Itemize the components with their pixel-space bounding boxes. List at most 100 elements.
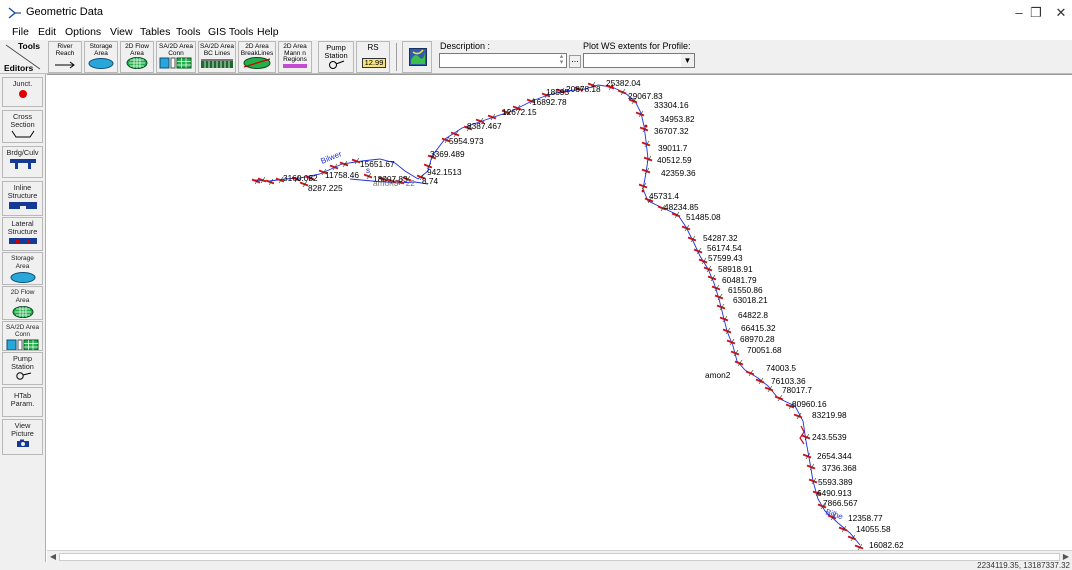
pump-icon xyxy=(15,372,31,380)
2d-flow-area-button[interactable]: 2D Flow Area xyxy=(120,41,154,73)
lateral-structure-editor-label: Lateral Structure xyxy=(7,219,38,236)
cross-section-editor-button[interactable]: Cross Section xyxy=(2,110,43,143)
cross-section-label: 6490.913 xyxy=(817,488,852,498)
scroll-track[interactable] xyxy=(59,553,1060,561)
junction-editor-button[interactable]: Junct. xyxy=(2,77,43,107)
cross-section-label: 42359.36 xyxy=(661,168,696,178)
pump-station-button[interactable]: Pump Station xyxy=(318,41,354,73)
view-map-button[interactable] xyxy=(402,41,432,73)
cross-section-label: 16082.62 xyxy=(869,540,904,550)
cross-section-label: 942.1513 xyxy=(427,167,462,177)
bridge-culvert-editor-button[interactable]: Brdg/Culv xyxy=(2,146,43,178)
2d-flow-area-editor-button[interactable]: 2D Flow Area xyxy=(2,286,43,320)
cross-section-label: 61550.86 xyxy=(728,285,763,295)
tools-editors-header: Tools Editors xyxy=(2,41,44,73)
sa-2d-area-conn-label: SA/2D Area Conn xyxy=(159,43,193,57)
river-reach-button[interactable]: River Reach xyxy=(48,41,82,73)
description-label: Description : xyxy=(440,41,491,51)
status-bar: 2234119.35, 13187337.32 xyxy=(0,562,1072,570)
cross-section-label: 78017.7 xyxy=(782,385,812,395)
storage-area-icon xyxy=(88,58,114,69)
cross-section-label: 7866.567 xyxy=(823,498,858,508)
rs-label: RS xyxy=(367,43,379,52)
sa-2d-area-conn-button[interactable]: SA/2D Area Conn xyxy=(156,41,196,73)
cross-section-label: 34953.82 xyxy=(660,114,695,124)
2d-area-breaklines-button[interactable]: 2D Area BreakLines xyxy=(238,41,276,73)
app-icon xyxy=(8,7,21,19)
2d-flow-area-icon xyxy=(12,306,33,318)
storage-area-editor-button[interactable]: Storage Area xyxy=(2,252,43,285)
cross-section-label: 16892.78 xyxy=(532,97,567,107)
description-input[interactable] xyxy=(439,53,567,68)
storage-area-button[interactable]: Storage Area xyxy=(84,41,118,73)
storage-area-editor-label: Storage Area xyxy=(11,255,34,270)
editors-panel: Junct. Cross Section Brdg/Culv Inline St… xyxy=(0,74,46,562)
menu-tools[interactable]: Tools xyxy=(176,26,201,38)
cross-section-label: 8287.225 xyxy=(308,183,343,193)
horizontal-scrollbar[interactable]: ◀ ▶ xyxy=(47,550,1072,562)
cross-section-label: 54287.32 xyxy=(703,233,738,243)
cross-section-label: 48234.85 xyxy=(664,202,699,212)
menu-file[interactable]: File xyxy=(12,26,29,38)
plot-ws-profile-select[interactable]: ▼ xyxy=(583,53,695,68)
cross-section-label: 63018.21 xyxy=(733,295,768,305)
rs-button[interactable]: RS 12.99 xyxy=(356,41,390,73)
geometry-canvas[interactable]: 3160.082 11758.46 8287.225 15651.67 18007.83… xyxy=(47,74,1072,551)
sa-2d-conn-icon xyxy=(6,339,38,350)
cross-section-label: 70051.68 xyxy=(747,345,782,355)
menu-options[interactable]: Options xyxy=(65,26,101,38)
inline-structure-editor-button[interactable]: Inline Structure xyxy=(2,181,43,216)
2d-flow-area-icon xyxy=(126,57,148,69)
cross-section-label: 83219.98 xyxy=(812,410,847,420)
htab-param-editor-label: HTab Param. xyxy=(10,391,35,408)
description-more-button[interactable]: ... xyxy=(569,55,581,68)
cross-section-label: 5593.389 xyxy=(818,477,853,487)
menu-gis-tools[interactable]: GIS Tools xyxy=(208,26,253,38)
cross-section-label: 20878.18 xyxy=(566,84,601,94)
cross-section-label: 8.74 xyxy=(422,176,439,186)
sa-2d-area-bc-lines-button[interactable]: SA/2D Area BC Lines xyxy=(198,41,236,73)
river-network-map[interactable]: 3160.082 11758.468287.22515651.6718007.83… xyxy=(47,75,1072,551)
cross-section-label: 14055.58 xyxy=(856,524,891,534)
view-picture-editor-button[interactable]: View Picture xyxy=(2,419,43,455)
menu-help[interactable]: Help xyxy=(257,26,279,38)
2d-area-mann-n-button[interactable]: 2D Area Mann n Regions xyxy=(278,41,312,73)
cross-section-label: 3160.082 xyxy=(283,173,318,183)
camera-icon xyxy=(16,439,29,447)
htab-param-editor-button[interactable]: HTab Param. xyxy=(2,387,43,417)
junction-marker xyxy=(644,124,648,128)
cross-section-label: 36707.32 xyxy=(654,126,689,136)
lateral-structure-icon xyxy=(8,238,37,244)
pump-station-label: Pump Station xyxy=(324,43,348,60)
menu-view[interactable]: View xyxy=(110,26,133,38)
cross-section-label: 51485.08 xyxy=(686,212,721,222)
cross-section-label: 80960.16 xyxy=(792,399,827,409)
pump-station-editor-button[interactable]: Pump Station xyxy=(2,352,43,385)
river-reach-icon xyxy=(55,61,75,69)
lateral-structure-editor-button[interactable]: Lateral Structure xyxy=(2,217,43,251)
dropdown-arrow-icon[interactable]: ▼ xyxy=(681,54,694,67)
sa-2d-conn-editor-button[interactable]: SA/2D Area Conn xyxy=(2,321,43,351)
cross-section-label: 12672.15 xyxy=(502,107,537,117)
river-reach-label: River Reach xyxy=(55,43,75,57)
bridge-icon xyxy=(9,159,36,169)
description-spinner-icon[interactable]: ▴ ▾ xyxy=(557,53,566,67)
2d-area-mann-n-label: 2D Area Mann n Regions xyxy=(283,43,307,64)
status-coordinates: 2234119.35, 13187337.32 xyxy=(977,562,1070,570)
cross-section-label: 11758.46 xyxy=(325,170,359,180)
pump-icon xyxy=(329,60,345,69)
2d-flow-area-label: 2D Flow Area xyxy=(125,43,149,57)
pump-station-editor-label: Pump Station xyxy=(11,354,34,371)
storage-area-label: Storage Area xyxy=(89,43,113,57)
cross-section-icon xyxy=(11,130,34,138)
cross-section-label: 64822.8 xyxy=(738,310,768,320)
cross-section-label: 243.5539 xyxy=(812,432,847,442)
close-button[interactable]: ✕ xyxy=(1042,2,1072,24)
cross-section-label: 40512.59 xyxy=(657,155,692,165)
menu-tables[interactable]: Tables xyxy=(140,26,170,38)
cross-section-label: 45731.4 xyxy=(649,191,679,201)
cross-section-label: 2654.344 xyxy=(817,451,852,461)
map-icon xyxy=(409,48,427,66)
menu-edit[interactable]: Edit xyxy=(38,26,56,38)
cross-section-label: 8387.467 xyxy=(467,121,502,131)
